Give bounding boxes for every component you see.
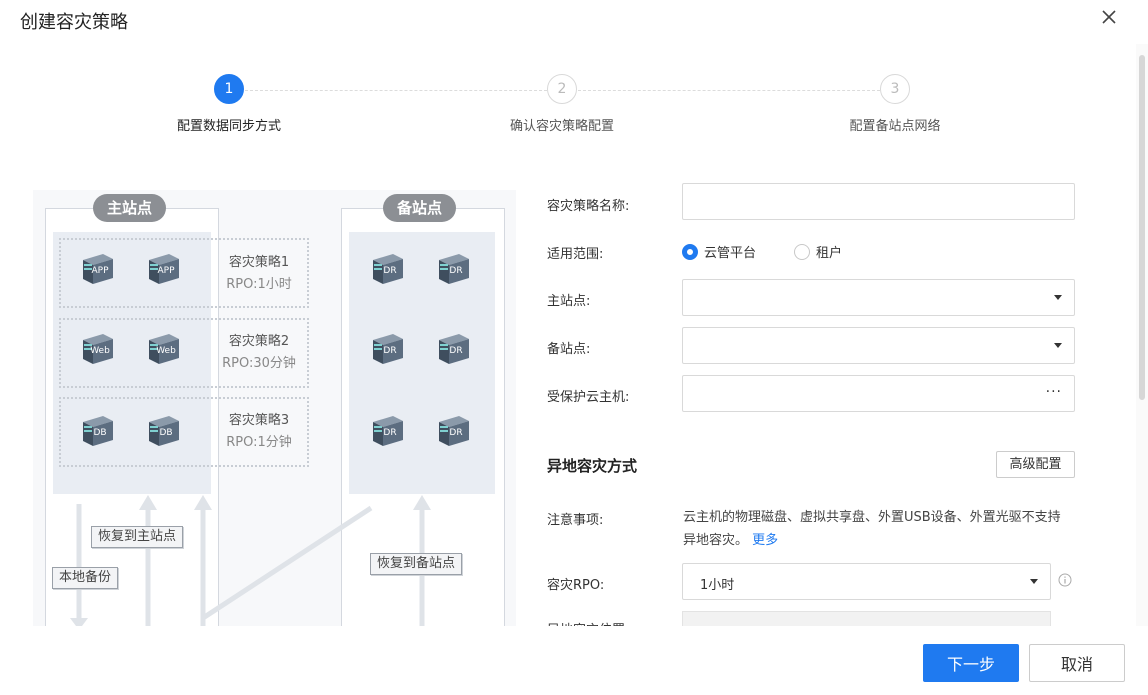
step-3: 3 配置备站点网络 [795, 74, 995, 134]
policy-name-label: 容灾策略名称: [547, 199, 630, 214]
info-icon[interactable] [1058, 573, 1072, 587]
rpo-select[interactable]: 1小时 [682, 563, 1051, 600]
restore-to-backup-label: 恢复到备站点 [370, 553, 463, 575]
step-label: 确认容灾策略配置 [509, 119, 614, 134]
step-2: 2 确认容灾策略配置 [462, 74, 662, 134]
step-number: 1 [214, 74, 244, 104]
wizard-steps: 1 配置数据同步方式 2 确认容灾策略配置 3 配置备站点网络 [0, 74, 1148, 134]
backup-site-label: 备站点: [547, 342, 591, 357]
caret-down-icon [1054, 295, 1062, 300]
local-backup-label: 本地备份 [52, 567, 119, 589]
caret-down-icon [1054, 343, 1062, 348]
caret-down-icon [1030, 579, 1038, 584]
main-site-label: 主站点: [547, 294, 591, 309]
note-label: 注意事项: [547, 513, 604, 528]
scope-option-tenant[interactable]: 租户 [794, 242, 842, 261]
step-label: 配置备站点网络 [849, 119, 941, 134]
main-site-select[interactable] [682, 279, 1075, 316]
protected-vm-picker[interactable]: ··· [682, 375, 1075, 412]
more-options-icon[interactable]: ··· [1046, 384, 1062, 400]
restore-to-main-label: 恢复到主站点 [91, 526, 184, 548]
step-1: 1 配置数据同步方式 [129, 74, 329, 134]
step-number: 2 [547, 74, 577, 104]
step-label: 配置数据同步方式 [176, 119, 281, 134]
radio-label: 租户 [816, 246, 843, 261]
note-text: 云主机的物理磁盘、虚拟共享盘、外置USB设备、外置光驱不支持异地容灾。 更多 [683, 506, 1063, 552]
rpo-label: 容灾RPO: [547, 578, 605, 593]
step-number: 3 [880, 74, 910, 104]
rpo-value: 1小时 [700, 578, 735, 593]
radio-unchecked-icon [794, 243, 810, 260]
close-icon[interactable] [1098, 6, 1120, 28]
cancel-button[interactable]: 取消 [1029, 644, 1125, 682]
dr-topology-diagram: 主站点 备站点 容灾策略1 RPO:1小时 容灾策略2 RPO:30分钟 容灾策… [33, 190, 516, 626]
more-link[interactable]: 更多 [752, 533, 778, 548]
next-button[interactable]: 下一步 [923, 644, 1019, 682]
policy-name-input[interactable] [682, 183, 1075, 220]
dialog-title: 创建容灾策略 [20, 12, 128, 33]
radio-label: 云管平台 [704, 246, 757, 261]
scope-label: 适用范围: [547, 247, 604, 262]
advanced-config-button[interactable]: 高级配置 [996, 451, 1075, 478]
protected-vm-label: 受保护云主机: [547, 390, 630, 405]
note-body: 云主机的物理磁盘、虚拟共享盘、外置USB设备、外置光驱不支持异地容灾。 [683, 510, 1061, 548]
scope-option-cloud-platform[interactable]: 云管平台 [682, 242, 756, 261]
backup-site-select[interactable] [682, 327, 1075, 364]
section-title: 异地容灾方式 [547, 457, 638, 475]
create-dr-policy-dialog: 创建容灾策略 1 配置数据同步方式 2 确认容灾策略配置 3 配置备站点网络 主… [0, 0, 1148, 695]
radio-checked-icon [682, 243, 698, 260]
